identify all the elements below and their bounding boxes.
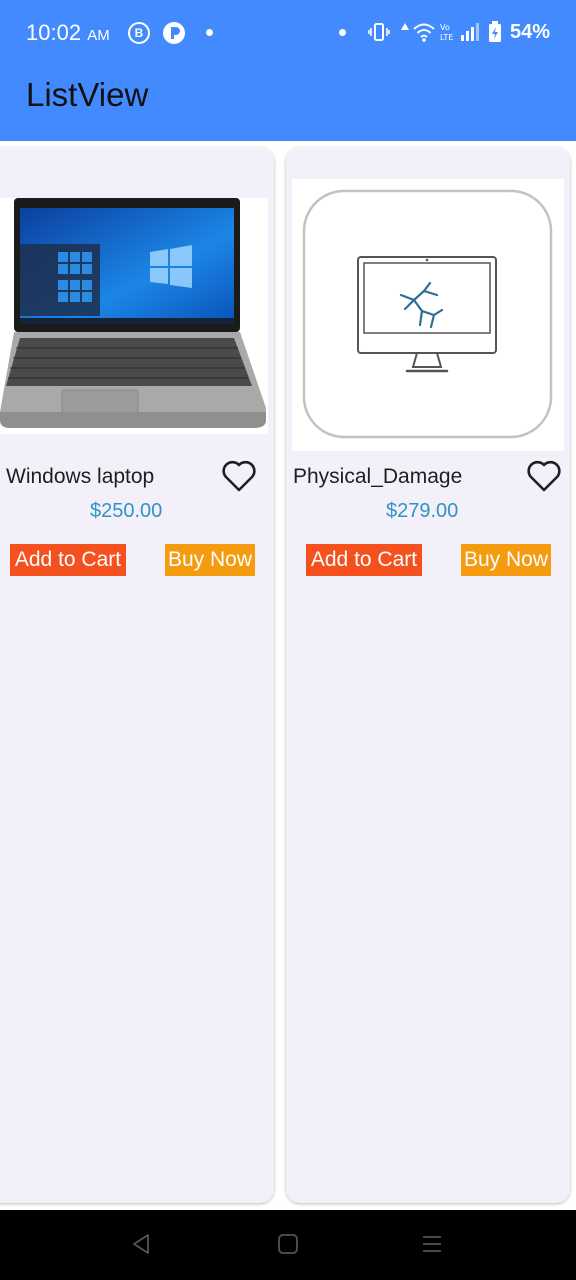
app-bar: ListView [0, 64, 576, 141]
buy-now-button[interactable]: Buy Now [461, 544, 551, 576]
navigation-bar [0, 1210, 576, 1280]
signal-icon [460, 22, 480, 47]
data-arrow-icon [400, 19, 410, 37]
recents-icon[interactable] [421, 1232, 443, 1261]
vibrate-icon [368, 21, 390, 48]
add-to-cart-button[interactable]: Add to Cart [10, 544, 126, 576]
add-to-cart-button[interactable]: Add to Cart [306, 544, 422, 576]
buy-now-button[interactable]: Buy Now [165, 544, 255, 576]
battery-icon [488, 21, 502, 48]
product-name: Physical_Damage [293, 465, 463, 488]
svg-text:Vo: Vo [440, 23, 450, 32]
wifi-icon [412, 21, 436, 48]
product-price: $250.00 [90, 500, 163, 522]
heart-outline-icon[interactable] [221, 459, 257, 493]
product-card[interactable]: Physical_Damage $279.00 Add to Cart Buy … [286, 147, 570, 1203]
volte-icon: Vo LTE [440, 22, 454, 47]
status-bar: 10:02 AM B Vo LTE 54% [0, 0, 576, 64]
product-price: $279.00 [386, 500, 459, 522]
b-notification-label: B [134, 26, 144, 40]
product-name: Windows laptop [6, 465, 155, 488]
battery-percent: 54% [509, 21, 550, 43]
more-notifications-dot-icon [206, 29, 213, 36]
svg-text:LTE: LTE [440, 33, 453, 42]
heart-outline-icon[interactable] [526, 459, 562, 493]
laptop-image [0, 198, 268, 434]
status-dot-icon [339, 29, 346, 36]
product-card[interactable]: Windows laptop $250.00 Add to Cart Buy N… [0, 147, 274, 1203]
page-title: ListView [26, 76, 149, 113]
cracked-monitor-image [292, 179, 564, 451]
b-notification-icon: B [128, 22, 150, 44]
status-time-value: 10:02 [26, 20, 82, 45]
home-icon[interactable] [277, 1232, 299, 1261]
status-time: 10:02 AM [26, 20, 110, 46]
back-icon[interactable] [130, 1232, 152, 1261]
status-time-ampm: AM [87, 27, 110, 44]
product-list[interactable]: Windows laptop $250.00 Add to Cart Buy N… [0, 141, 576, 1210]
app-notification-icon [162, 21, 186, 50]
